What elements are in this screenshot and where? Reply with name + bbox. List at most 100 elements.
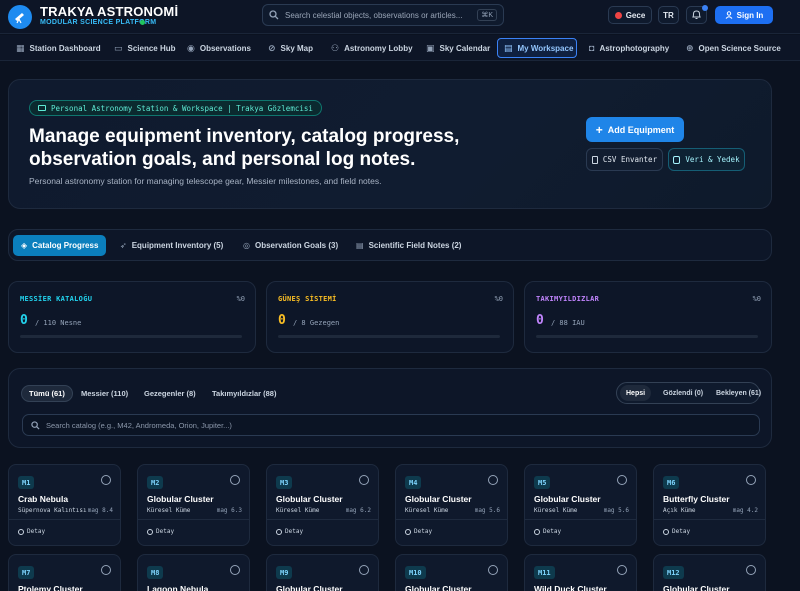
detail-link[interactable]: Detay bbox=[147, 528, 174, 535]
main-nav: ▦ Station Dashboard ▭ Science Hub ◉ Observa… bbox=[0, 35, 800, 61]
observed-toggle[interactable] bbox=[101, 475, 111, 485]
catalog-object-card[interactable]: M12 Globular Cluster bbox=[653, 554, 766, 591]
object-name: Lagoon Nebula bbox=[147, 584, 209, 591]
filter-constellations[interactable]: Takımyıldızlar (88) bbox=[205, 385, 283, 402]
catalog-filter-panel: Tümü (61) Messier (110) Gezegenler (8) T… bbox=[8, 368, 772, 448]
object-magnitude: mag 8.4 bbox=[87, 507, 113, 514]
globe-icon: ⊕ bbox=[686, 42, 694, 53]
observed-toggle[interactable] bbox=[617, 565, 627, 575]
stat-label: TAKIMYILDIZLAR bbox=[536, 295, 600, 303]
status-filter-observed[interactable]: Gözlendi (0) bbox=[657, 385, 709, 401]
info-icon bbox=[663, 528, 669, 535]
catalog-object-card[interactable]: M3 Globular Cluster Küresel Küme mag 6.2… bbox=[266, 464, 379, 546]
nav-sky-map[interactable]: ⊘ Sky Map bbox=[262, 38, 319, 58]
catalog-search-input[interactable] bbox=[40, 420, 751, 430]
observed-toggle[interactable] bbox=[746, 475, 756, 485]
filter-planets[interactable]: Gezegenler (8) bbox=[137, 385, 203, 402]
tab-equipment-inventory[interactable]: ➶ Equipment Inventory (5) bbox=[112, 235, 231, 256]
catalog-object-card[interactable]: M6 Butterfly Cluster Açık Küme mag 4.2 D… bbox=[653, 464, 766, 546]
nav-station-dashboard[interactable]: ▦ Station Dashboard bbox=[10, 38, 107, 58]
nav-science-hub[interactable]: ▭ Science Hub bbox=[108, 38, 182, 58]
catalog-object-card[interactable]: M11 Wild Duck Cluster bbox=[524, 554, 637, 591]
bell-icon bbox=[692, 10, 701, 19]
stat-card: MESSİER KATALOĞU %0 0 / 110 Nesne bbox=[8, 281, 256, 353]
language-button[interactable]: TR bbox=[658, 6, 679, 24]
global-search[interactable]: ⌘K bbox=[262, 4, 504, 26]
stat-label: GÜNEŞ SİSTEMİ bbox=[278, 295, 337, 303]
observed-toggle[interactable] bbox=[230, 475, 240, 485]
nav-my-workspace[interactable]: ▤ My Workspace bbox=[497, 38, 577, 58]
observed-toggle[interactable] bbox=[359, 475, 369, 485]
object-type: Küresel Küme bbox=[534, 507, 578, 514]
observed-toggle[interactable] bbox=[746, 565, 756, 575]
observed-toggle[interactable] bbox=[101, 565, 111, 575]
target-icon: ◎ bbox=[243, 241, 250, 250]
filter-messier[interactable]: Messier (110) bbox=[74, 385, 135, 402]
theme-toggle-button[interactable]: Gece bbox=[608, 6, 652, 24]
tab-observation-goals[interactable]: ◎ Observation Goals (3) bbox=[235, 235, 346, 256]
tab-scientific-field-notes[interactable]: ▤ Scientific Field Notes (2) bbox=[348, 235, 469, 256]
user-icon bbox=[725, 11, 733, 19]
detail-link[interactable]: Detay bbox=[18, 528, 45, 535]
object-name: Globular Cluster bbox=[534, 494, 601, 504]
catalog-object-card[interactable]: M2 Globular Cluster Küresel Küme mag 6.3… bbox=[137, 464, 250, 546]
database-icon bbox=[673, 155, 681, 164]
catalog-object-card[interactable]: M8 Lagoon Nebula bbox=[137, 554, 250, 591]
nav-astronomy-lobby[interactable]: ⚇ Astronomy Lobby bbox=[325, 38, 419, 58]
catalog-object-card[interactable]: M1 Crab Nebula Süpernova Kalıntısı mag 8… bbox=[8, 464, 121, 546]
status-filter-pending[interactable]: Bekleyen (61) bbox=[710, 385, 767, 401]
stat-value: 0 bbox=[20, 313, 28, 328]
search-shortcut: ⌘K bbox=[477, 9, 497, 21]
detail-link[interactable]: Detay bbox=[663, 528, 690, 535]
catalog-search[interactable] bbox=[22, 414, 760, 436]
workspace-hero: Personal Astronomy Station & Workspace |… bbox=[8, 79, 772, 209]
object-name: Ptolemy Cluster bbox=[18, 584, 83, 591]
telescope-logo-icon[interactable] bbox=[8, 5, 32, 29]
workspace-chip: Personal Astronomy Station & Workspace |… bbox=[29, 100, 322, 116]
stat-total: / 110 Nesne bbox=[35, 319, 82, 327]
stat-percent: %0 bbox=[236, 295, 245, 303]
object-magnitude: mag 6.2 bbox=[345, 507, 371, 514]
data-backup-button[interactable]: Veri & Yedek bbox=[668, 148, 745, 171]
add-equipment-button[interactable]: + Add Equipment bbox=[586, 117, 684, 142]
status-filter-all[interactable]: Hepsi bbox=[620, 385, 652, 401]
compass-icon: ⊘ bbox=[268, 42, 276, 53]
card-divider bbox=[138, 519, 249, 520]
detail-link[interactable]: Detay bbox=[276, 528, 303, 535]
global-search-input[interactable] bbox=[279, 10, 478, 20]
filter-all[interactable]: Tümü (61) bbox=[21, 385, 73, 402]
notes-icon: ▤ bbox=[356, 241, 364, 250]
catalog-object-card[interactable]: M5 Globular Cluster Küresel Küme mag 5.6… bbox=[524, 464, 637, 546]
top-bar: TRAKYA ASTRONOMİ MODULAR SCIENCE PLATFOR… bbox=[0, 0, 800, 34]
object-name: Globular Cluster bbox=[405, 584, 472, 591]
notification-dot bbox=[702, 5, 708, 11]
csv-inventory-button[interactable]: CSV Envanter bbox=[586, 148, 663, 171]
observed-toggle[interactable] bbox=[359, 565, 369, 575]
stat-total: / 88 IAU bbox=[551, 319, 585, 327]
page-description: Personal astronomy station for managing … bbox=[29, 176, 382, 186]
card-divider bbox=[525, 519, 636, 520]
nav-sky-calendar[interactable]: ▣ Sky Calendar bbox=[420, 38, 496, 58]
catalog-object-card[interactable]: M4 Globular Cluster Küresel Küme mag 5.6… bbox=[395, 464, 508, 546]
object-id-badge: M7 bbox=[18, 566, 35, 579]
object-name: Globular Cluster bbox=[276, 494, 343, 504]
nav-astrophotography[interactable]: ◘ Astrophotography bbox=[583, 38, 675, 58]
card-divider bbox=[396, 519, 507, 520]
detail-link[interactable]: Detay bbox=[405, 528, 432, 535]
catalog-object-card[interactable]: M9 Globular Cluster bbox=[266, 554, 379, 591]
observed-toggle[interactable] bbox=[488, 475, 498, 485]
search-icon bbox=[31, 420, 40, 430]
brand-title[interactable]: TRAKYA ASTRONOMİ bbox=[40, 4, 178, 19]
notifications-button[interactable] bbox=[686, 5, 708, 24]
observed-toggle[interactable] bbox=[230, 565, 240, 575]
stat-value: 0 bbox=[536, 313, 544, 328]
detail-link[interactable]: Detay bbox=[534, 528, 561, 535]
sign-in-button[interactable]: Sign In bbox=[715, 6, 773, 24]
catalog-object-card[interactable]: M7 Ptolemy Cluster bbox=[8, 554, 121, 591]
observed-toggle[interactable] bbox=[617, 475, 627, 485]
nav-observations[interactable]: ◉ Observations bbox=[181, 38, 257, 58]
catalog-object-card[interactable]: M10 Globular Cluster bbox=[395, 554, 508, 591]
tab-catalog-progress[interactable]: ◈ Catalog Progress bbox=[13, 235, 107, 256]
observed-toggle[interactable] bbox=[488, 565, 498, 575]
nav-open-science-source[interactable]: ⊕ Open Science Source bbox=[680, 38, 787, 58]
